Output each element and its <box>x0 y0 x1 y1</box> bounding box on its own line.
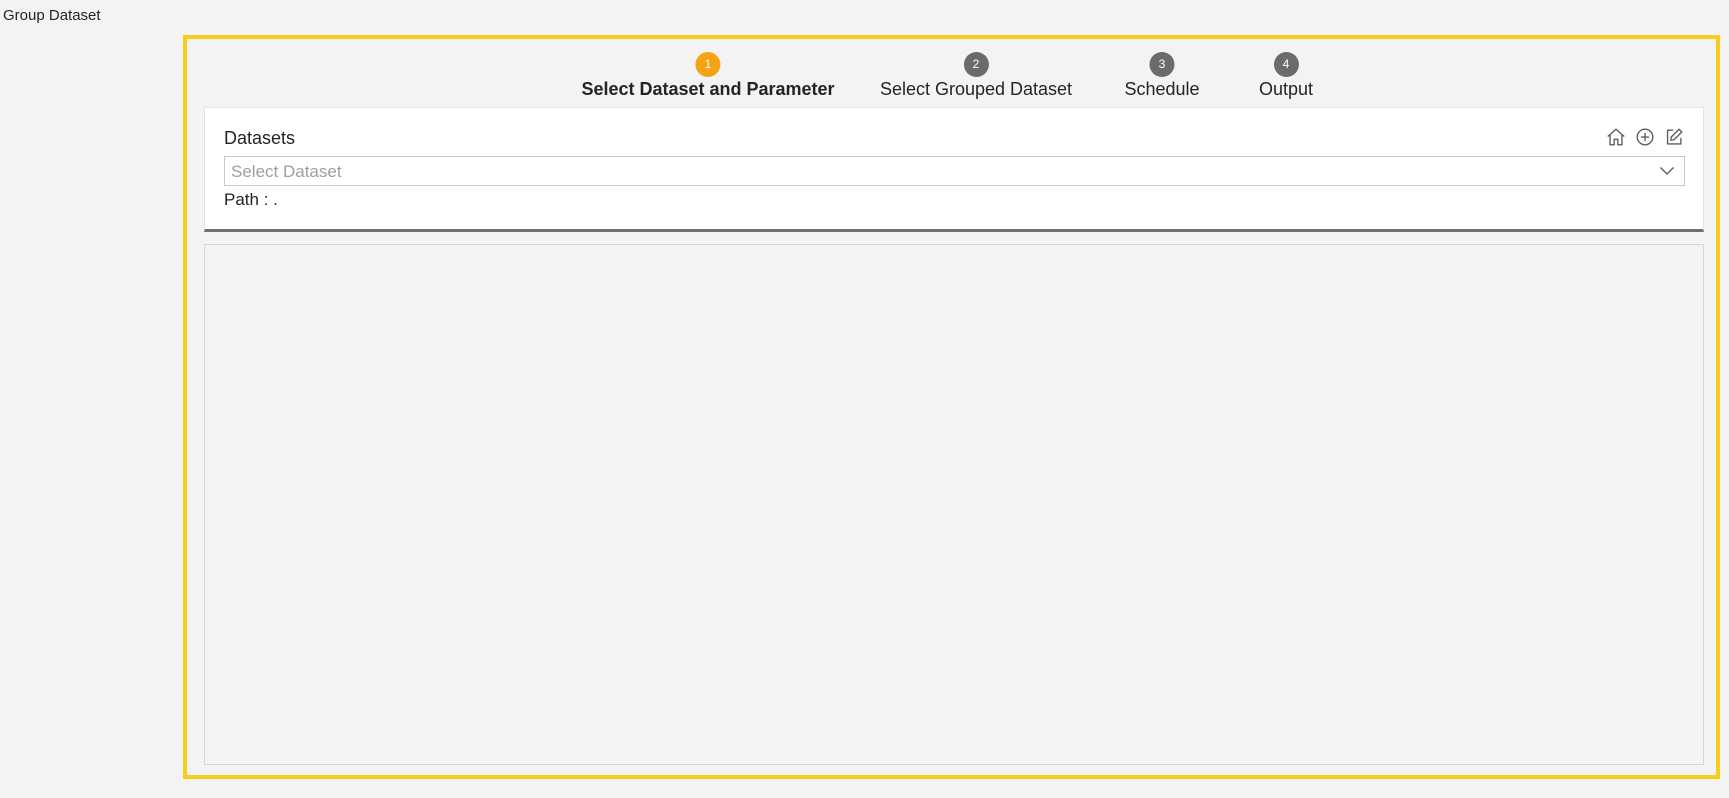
dataset-toolbar <box>1605 126 1685 148</box>
edit-icon <box>1666 128 1683 145</box>
step-number-badge: 4 <box>1273 52 1299 77</box>
step-output[interactable]: 4 Output <box>1259 52 1313 100</box>
path-label: Path : <box>224 190 269 209</box>
dataset-path: Path : . <box>224 190 278 210</box>
step-number-badge: 2 <box>963 52 989 77</box>
step-select-dataset[interactable]: 1 Select Dataset and Parameter <box>581 52 835 100</box>
step-label: Output <box>1258 79 1314 99</box>
step-select-grouped-dataset[interactable]: 2 Select Grouped Dataset <box>880 52 1072 100</box>
wizard-stepper: 1 Select Dataset and Parameter 2 Select … <box>187 52 1716 100</box>
add-circle-icon <box>1636 128 1654 146</box>
add-dataset-button[interactable] <box>1634 126 1656 148</box>
page-title: Group Dataset <box>3 7 101 24</box>
path-value: . <box>273 190 278 209</box>
step-label: Schedule <box>1124 79 1200 99</box>
wizard-frame: 1 Select Dataset and Parameter 2 Select … <box>183 35 1720 779</box>
dataset-card: Datasets Select Dataset Path: . <box>204 107 1704 232</box>
edit-dataset-button[interactable] <box>1663 126 1685 148</box>
step-schedule[interactable]: 3 Schedule <box>1124 52 1200 100</box>
home-icon <box>1607 128 1625 146</box>
step-label: Select Grouped Dataset <box>879 79 1073 99</box>
datasets-label: Datasets <box>224 128 296 148</box>
home-button[interactable] <box>1605 126 1627 148</box>
dataset-select-placeholder: Select Dataset <box>231 162 342 181</box>
dataset-select[interactable]: Select Dataset <box>224 156 1685 186</box>
step-number-badge: 3 <box>1149 52 1175 77</box>
step-label: Select Dataset and Parameter <box>581 79 835 99</box>
step-number-badge: 1 <box>695 52 721 77</box>
parameter-content-area <box>204 244 1704 765</box>
chevron-down-icon <box>1660 167 1674 175</box>
